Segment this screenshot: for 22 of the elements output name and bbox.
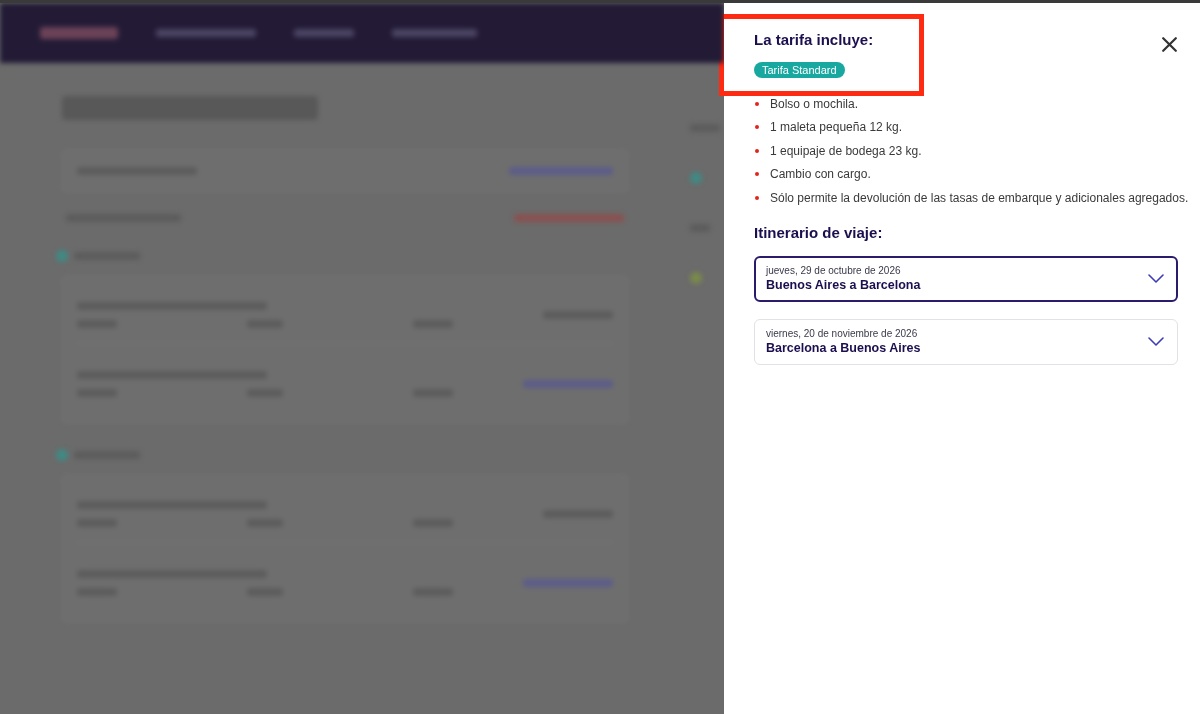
inclusion-text: Cambio con cargo.: [770, 166, 871, 183]
itinerary-card[interactable]: viernes, 20 de noviembre de 2026 Barcelona a Buenos Aires: [754, 318, 1178, 365]
bullet-icon: [755, 101, 759, 106]
leg-date: jueves, 29 de octubre de 2026: [766, 263, 901, 277]
inclusion-text: Sólo permite la devolución de las tasas de embarque y adicionales agregados.: [770, 189, 1189, 206]
panel-title: La tarifa incluye:: [754, 30, 875, 50]
inclusion-text: Bolso o mochila.: [770, 95, 859, 112]
close-icon[interactable]: [1162, 37, 1177, 52]
chevron-down-icon[interactable]: [1148, 337, 1164, 346]
itinerary-title: Itinerario de viaje:: [754, 222, 884, 243]
bullet-icon: [755, 172, 759, 177]
leg-route: Buenos Aires a Barcelona: [766, 276, 921, 294]
bullet-icon: [755, 195, 759, 200]
bullet-icon: [755, 125, 759, 130]
bullet-icon: [755, 148, 759, 153]
chevron-down-icon[interactable]: [1148, 274, 1164, 283]
itinerary-card[interactable]: jueves, 29 de octubre de 2026 Buenos Aires a Barcelona: [754, 255, 1178, 302]
leg-date: viernes, 20 de noviembre de 2026: [766, 326, 918, 340]
fare-badge: Tarifa Standard: [754, 62, 845, 78]
inclusion-text: 1 equipaje de bodega 23 kg.: [770, 142, 922, 159]
inclusion-text: 1 maleta pequeña 12 kg.: [770, 119, 903, 136]
leg-route: Barcelona a Buenos Aires: [766, 339, 921, 357]
